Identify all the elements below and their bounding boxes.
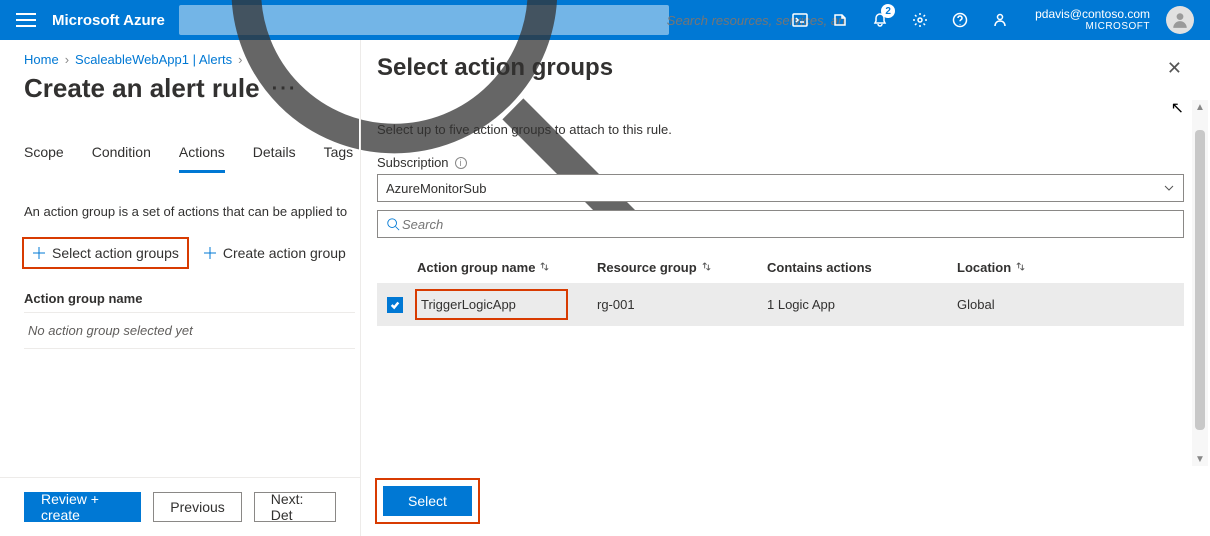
col-resource-group[interactable]: Resource group: [597, 260, 767, 275]
next-button[interactable]: Next: Det: [254, 492, 336, 522]
close-panel-button[interactable]: ✕: [1167, 58, 1182, 79]
sort-icon: [539, 261, 550, 272]
previous-button[interactable]: Previous: [153, 492, 241, 522]
left-description: An action group is a set of actions that…: [24, 204, 355, 219]
notifications-icon[interactable]: 2: [861, 0, 899, 40]
action-group-search[interactable]: [377, 210, 1184, 238]
sort-icon: [701, 261, 712, 272]
wizard-footer: Review + create Previous Next: Det: [0, 477, 360, 536]
chevron-right-icon: ›: [238, 52, 242, 67]
avatar[interactable]: [1166, 6, 1194, 34]
feedback-icon[interactable]: [981, 0, 1019, 40]
sort-icon: [1015, 261, 1026, 272]
scroll-up-icon[interactable]: ▲: [1192, 100, 1208, 114]
chevron-down-icon: [1163, 182, 1175, 194]
review-create-button[interactable]: Review + create: [24, 492, 141, 522]
user-tenant: MICROSOFT: [1086, 21, 1151, 33]
select-action-groups-panel: ✕ Select action groups Select up to five…: [360, 40, 1210, 536]
row-location: Global: [957, 297, 1180, 312]
col-action-group-name[interactable]: Action group name: [417, 260, 597, 275]
table-header: Action group name Resource group Contain…: [377, 252, 1184, 283]
info-icon[interactable]: i: [455, 157, 467, 169]
panel-footer: Select: [361, 466, 1210, 536]
user-account[interactable]: pdavis@contoso.com MICROSOFT: [1035, 7, 1150, 33]
search-icon: [386, 217, 400, 231]
notification-badge: 2: [881, 4, 895, 18]
tabs: Scope Condition Actions Details Tags: [24, 144, 355, 174]
panel-title: Select action groups: [377, 54, 1184, 82]
col-location[interactable]: Location: [957, 260, 1180, 275]
left-pane: Home › ScaleableWebApp1 | Alerts › Creat…: [0, 40, 360, 536]
panel-subtitle: Select up to five action groups to attac…: [377, 122, 1184, 137]
selected-action-groups-table: Action group name No action group select…: [24, 285, 355, 349]
scroll-down-icon[interactable]: ▼: [1192, 452, 1208, 466]
check-icon: [390, 300, 400, 310]
tab-condition[interactable]: Condition: [92, 144, 151, 173]
row-checkbox[interactable]: [387, 297, 403, 313]
user-email: pdavis@contoso.com: [1035, 7, 1150, 21]
directories-icon[interactable]: [821, 0, 859, 40]
tab-actions[interactable]: Actions: [179, 144, 225, 173]
panel-scrollbar[interactable]: ▲ ▼: [1192, 100, 1208, 466]
subscription-label: Subscription i: [377, 155, 1184, 170]
scroll-thumb[interactable]: [1195, 130, 1205, 430]
breadcrumb: Home › ScaleableWebApp1 | Alerts ›: [24, 52, 355, 67]
plus-icon: [203, 246, 217, 260]
subscription-value: AzureMonitorSub: [386, 181, 486, 196]
chevron-right-icon: ›: [65, 52, 69, 67]
create-action-group-label: Create action group: [223, 245, 346, 261]
subscription-dropdown[interactable]: AzureMonitorSub: [377, 174, 1184, 202]
action-groups-table: Action group name Resource group Contain…: [377, 252, 1184, 326]
settings-icon[interactable]: [901, 0, 939, 40]
portal-menu-button[interactable]: [16, 10, 36, 30]
crumb-home[interactable]: Home: [24, 52, 59, 67]
tab-scope[interactable]: Scope: [24, 144, 64, 173]
row-actions: 1 Logic App: [767, 297, 957, 312]
select-action-groups-button[interactable]: Select action groups: [24, 239, 187, 267]
table-row[interactable]: TriggerLogicApp rg-001 1 Logic App Globa…: [377, 283, 1184, 326]
page-title: Create an alert rule: [24, 73, 260, 104]
help-icon[interactable]: [941, 0, 979, 40]
global-search[interactable]: [179, 5, 669, 35]
cursor-icon: ↖: [1171, 98, 1184, 118]
create-action-group-button[interactable]: Create action group: [195, 239, 354, 267]
crumb-parent[interactable]: ScaleableWebApp1 | Alerts: [75, 52, 232, 67]
top-icons: 2: [781, 0, 1019, 40]
plus-icon: [32, 246, 46, 260]
tab-tags[interactable]: Tags: [324, 144, 354, 173]
row-name: TriggerLogicApp: [417, 291, 566, 318]
select-button[interactable]: Select: [383, 486, 472, 516]
col-contains-actions[interactable]: Contains actions: [767, 260, 957, 275]
action-group-search-input[interactable]: [400, 216, 1175, 233]
cloud-shell-icon[interactable]: [781, 0, 819, 40]
brand[interactable]: Microsoft Azure: [52, 12, 165, 29]
selected-ag-header: Action group name: [24, 285, 355, 313]
select-button-highlight: Select: [377, 480, 478, 522]
top-bar: Microsoft Azure 2 pdavis@contoso.com MIC…: [0, 0, 1210, 40]
tab-details[interactable]: Details: [253, 144, 296, 173]
select-action-groups-label: Select action groups: [52, 245, 179, 261]
selected-ag-empty: No action group selected yet: [24, 313, 355, 349]
row-rg: rg-001: [597, 297, 767, 312]
